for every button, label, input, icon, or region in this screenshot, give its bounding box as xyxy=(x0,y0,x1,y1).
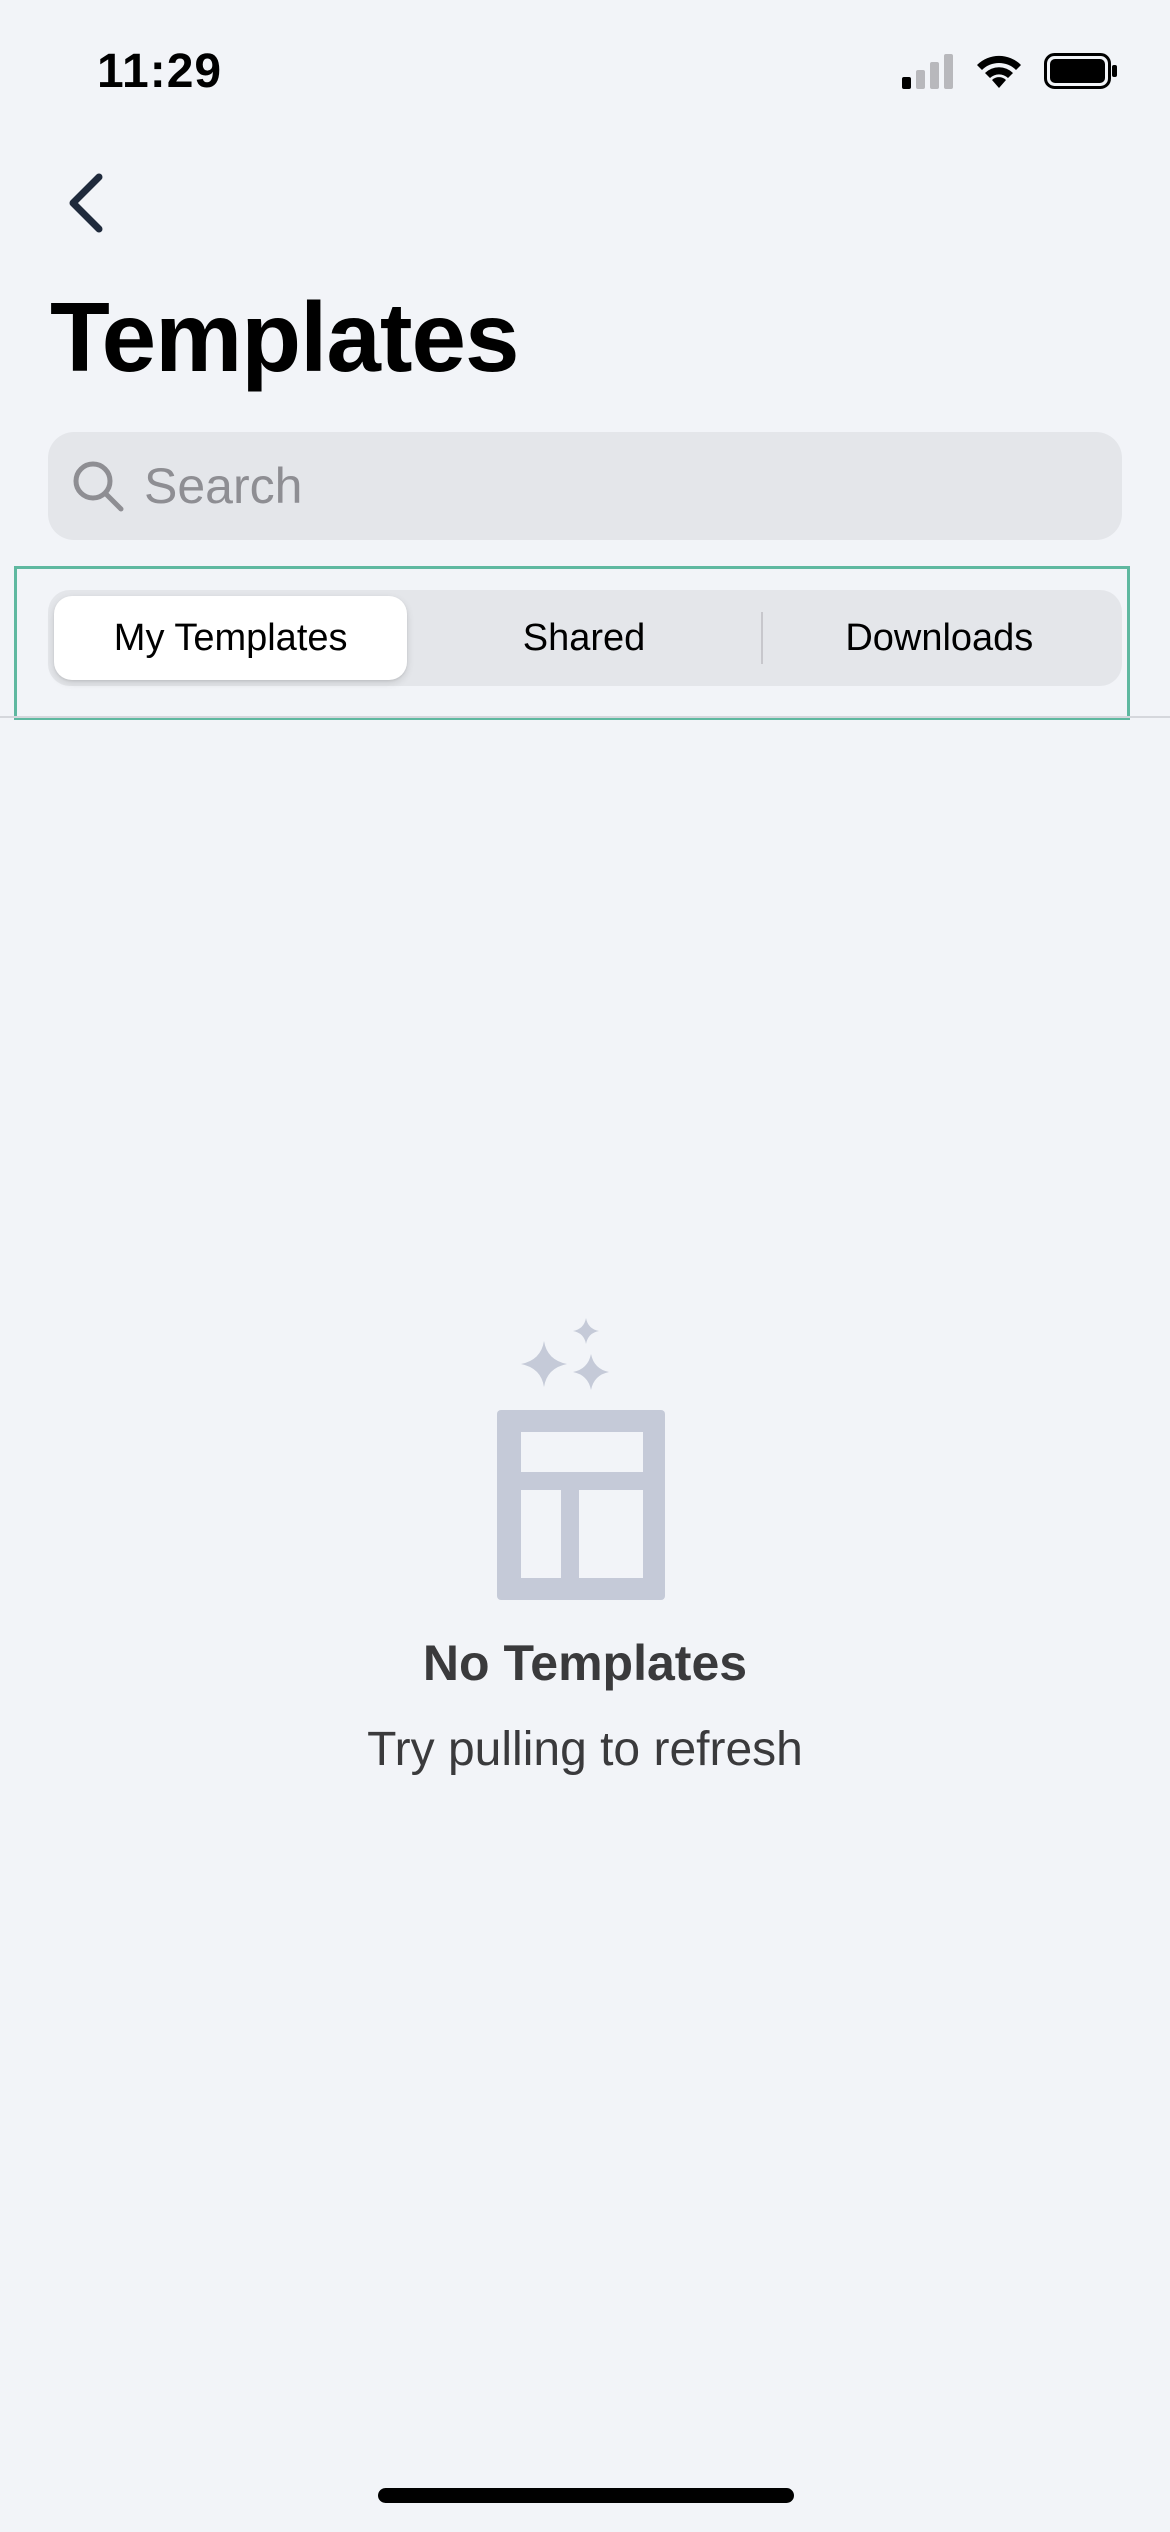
page-title: Templates xyxy=(50,282,519,392)
status-icons xyxy=(902,52,1118,95)
tab-label: Shared xyxy=(522,616,646,659)
templates-screen: 11:29 Templates Search My Templates Shar… xyxy=(0,0,1170,2532)
tab-my-templates[interactable]: My Templates xyxy=(54,596,408,680)
battery-icon xyxy=(1044,53,1118,94)
search-input[interactable] xyxy=(144,446,1122,526)
empty-state: No Templates Try pulling to refresh xyxy=(0,1310,1170,1777)
tab-downloads[interactable]: Downloads xyxy=(763,596,1116,680)
search-bar[interactable] xyxy=(48,432,1122,540)
empty-state-subtitle: Try pulling to refresh xyxy=(367,1723,803,1776)
tab-label: My Templates xyxy=(113,616,348,659)
cellular-signal-icon xyxy=(902,53,954,94)
header-separator xyxy=(0,716,1170,718)
search-icon xyxy=(70,458,126,514)
status-bar: 11:29 xyxy=(0,0,1170,140)
segmented-control: My Templates Shared Downloads xyxy=(48,590,1122,686)
tab-shared[interactable]: Shared xyxy=(407,596,760,680)
chevron-left-icon xyxy=(63,171,107,240)
back-button[interactable] xyxy=(50,165,120,245)
template-sparkle-icon xyxy=(485,1310,685,1610)
wifi-icon xyxy=(974,52,1024,95)
status-time: 11:29 xyxy=(97,45,223,98)
home-indicator[interactable] xyxy=(378,2488,794,2503)
empty-state-title: No Templates xyxy=(422,1635,748,1691)
tab-label: Downloads xyxy=(845,616,1034,659)
